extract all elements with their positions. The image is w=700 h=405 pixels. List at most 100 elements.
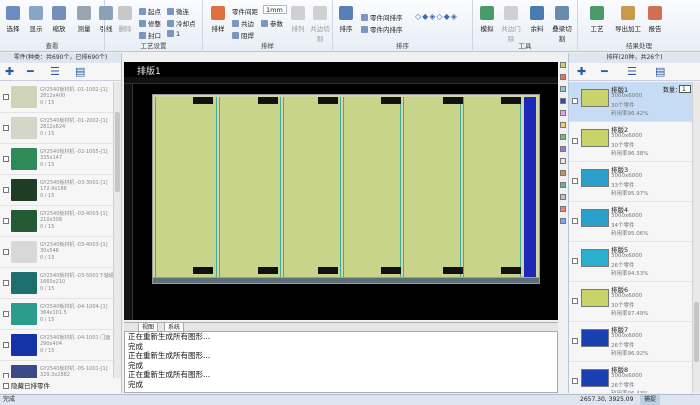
layout-list-item[interactable]: 排版6 3000x6000 30个零件 利用率97.49% bbox=[569, 282, 693, 322]
remnant-button[interactable]: 余料 bbox=[526, 6, 548, 33]
part-checkbox[interactable] bbox=[3, 94, 9, 100]
list-view-icon[interactable]: ☰ bbox=[50, 66, 60, 77]
color-swatch[interactable] bbox=[560, 206, 566, 212]
report-button[interactable]: 报告 bbox=[644, 6, 666, 33]
color-swatch[interactable] bbox=[560, 62, 566, 68]
measure-button[interactable]: 测量 bbox=[73, 6, 95, 33]
part-checkbox[interactable] bbox=[3, 249, 9, 255]
part-checkbox[interactable] bbox=[3, 218, 9, 224]
sort-tools-icons[interactable]: ◇◆◈◇◆◈ bbox=[415, 12, 458, 21]
part-strip[interactable] bbox=[283, 97, 341, 277]
seal-button[interactable]: 封口 bbox=[139, 30, 161, 40]
part-strip[interactable] bbox=[343, 97, 401, 277]
part-list-item[interactable]: GY2540板材机 -01-2002-[1] 2812x624 0 / 15 bbox=[0, 113, 114, 144]
display-button[interactable]: 显示 bbox=[25, 6, 47, 33]
nest-button[interactable]: 排样 bbox=[207, 6, 229, 33]
layout-list-item[interactable]: 排版1 3000x6000 30个零件 利用率96.42% 数量： 1 bbox=[569, 82, 693, 122]
inter-part-sort[interactable]: 零件间排序 bbox=[361, 12, 403, 22]
common-edge-toggle[interactable]: 共边 bbox=[232, 18, 254, 28]
remove-icon[interactable]: ━ bbox=[601, 66, 608, 77]
add-icon[interactable]: ✚ bbox=[5, 66, 14, 77]
part-checkbox[interactable] bbox=[3, 342, 9, 348]
nesting-canvas[interactable]: 排版1 bbox=[124, 62, 558, 320]
color-swatch[interactable] bbox=[560, 170, 566, 176]
part-checkbox[interactable] bbox=[3, 125, 9, 131]
part-checkbox[interactable] bbox=[3, 156, 9, 162]
select-button[interactable]: 选择 bbox=[2, 6, 24, 33]
color-swatch[interactable] bbox=[560, 158, 566, 164]
layouts-scrollbar[interactable] bbox=[692, 82, 700, 393]
layout-checkbox[interactable] bbox=[572, 338, 578, 344]
color-swatch[interactable] bbox=[560, 110, 566, 116]
delete-button[interactable]: 删除 bbox=[114, 6, 136, 33]
color-swatch[interactable] bbox=[560, 98, 566, 104]
seal-count[interactable]: 1 bbox=[167, 30, 180, 38]
checkbox[interactable] bbox=[3, 383, 9, 389]
parts-scrollbar[interactable] bbox=[113, 82, 121, 378]
trim-button[interactable]: 修整 bbox=[139, 18, 161, 28]
common-cut-button[interactable]: 共边切割 bbox=[309, 6, 331, 43]
zoom-button[interactable]: 缩放 bbox=[48, 6, 70, 33]
layout-checkbox[interactable] bbox=[572, 298, 578, 304]
part-checkbox[interactable] bbox=[3, 187, 9, 193]
color-swatch[interactable] bbox=[560, 122, 566, 128]
sheet[interactable] bbox=[152, 94, 540, 284]
part-list-item[interactable]: GY2540板材机 -04-1001 门面 290x404 0 / 15 bbox=[0, 330, 114, 361]
snap-toggle[interactable]: 捕捉 bbox=[640, 395, 661, 405]
color-swatch[interactable] bbox=[560, 194, 566, 200]
part-strip[interactable] bbox=[219, 97, 281, 277]
part-list-item[interactable]: GY2540板材机 -03-5001下轴组 1660x210 0 / 15 bbox=[0, 268, 114, 299]
part-list-item[interactable]: GY2540板材机 -03-4003-[1] 30x548 0 / 15 bbox=[0, 237, 114, 268]
layout-list-item[interactable]: 排版4 3000x6000 34个零件 利用率95.06% bbox=[569, 202, 693, 242]
layout-tab[interactable]: 排版1 bbox=[137, 64, 161, 77]
color-swatch[interactable] bbox=[560, 74, 566, 80]
layout-list-item[interactable]: 排版3 3000x6000 33个零件 利用率95.97% bbox=[569, 162, 693, 202]
cooling-point-button[interactable]: 冷却点 bbox=[167, 18, 196, 28]
bridge-cut-button[interactable]: 叠梁切割 bbox=[551, 6, 573, 43]
layout-checkbox[interactable] bbox=[572, 218, 578, 224]
sort-button[interactable]: 排序 bbox=[335, 6, 357, 33]
part-checkbox[interactable] bbox=[3, 311, 9, 317]
start-point-button[interactable]: 起点 bbox=[139, 6, 161, 16]
part-list-item[interactable]: GY2540板材机 -02-1005-[1] 335x147 0 / 15 bbox=[0, 144, 114, 175]
qty-input[interactable]: 1 bbox=[679, 85, 691, 93]
list-view-icon[interactable]: ☰ bbox=[627, 66, 637, 77]
layout-checkbox[interactable] bbox=[572, 258, 578, 264]
add-icon[interactable]: ✚ bbox=[577, 66, 586, 77]
part-strip[interactable] bbox=[463, 97, 521, 277]
filter-icon[interactable]: ▤ bbox=[655, 66, 665, 77]
layout-list-item[interactable]: 排版2 3000x6000 30个零件 利用率96.38% bbox=[569, 122, 693, 162]
part-strip[interactable] bbox=[155, 97, 217, 277]
part-checkbox[interactable] bbox=[3, 280, 9, 286]
color-swatch[interactable] bbox=[560, 218, 566, 224]
export-button[interactable]: 导出加工 bbox=[613, 6, 643, 33]
filter-icon[interactable]: ▤ bbox=[75, 66, 85, 77]
process-button[interactable]: 工艺 bbox=[586, 6, 608, 33]
spacing-dropdown[interactable]: 1mm bbox=[263, 5, 287, 14]
params-button[interactable]: 参数 bbox=[261, 18, 283, 28]
scroll-thumb[interactable] bbox=[115, 112, 120, 192]
part-list-item[interactable]: GY2540板材机 -04-1004-[1] 364x101.5 0 / 15 bbox=[0, 299, 114, 330]
part-list-item[interactable]: GY2540板材机 -03-4003-[1] 210x308 0 / 15 bbox=[0, 206, 114, 237]
layout-checkbox[interactable] bbox=[572, 98, 578, 104]
rail-part[interactable] bbox=[153, 277, 539, 283]
layout-checkbox[interactable] bbox=[572, 378, 578, 384]
microjoint-button[interactable]: 微连 bbox=[167, 6, 189, 16]
common-edge-remove-button[interactable]: 共边门除 bbox=[500, 6, 522, 43]
hide-placed-toggle[interactable]: 隐藏已排零件 bbox=[3, 380, 50, 390]
color-swatch[interactable] bbox=[560, 182, 566, 188]
part-checkbox[interactable] bbox=[3, 373, 9, 378]
layout-list-item[interactable]: 排版7 3000x6000 26个零件 利用率96.92% bbox=[569, 322, 693, 362]
color-swatch[interactable] bbox=[560, 146, 566, 152]
layout-list-item[interactable]: 排版83000x600026个零件利用率96.43% bbox=[569, 362, 693, 393]
part-list-item[interactable]: GY2540板材机 -01-1002-[1] 2812x400 0 / 15 bbox=[0, 82, 114, 113]
blue-part[interactable] bbox=[524, 97, 536, 277]
simulate-button[interactable]: 模拟 bbox=[476, 6, 498, 33]
layout-checkbox[interactable] bbox=[572, 138, 578, 144]
part-strip[interactable] bbox=[403, 97, 461, 277]
remove-icon[interactable]: ━ bbox=[27, 66, 34, 77]
intra-part-sort[interactable]: 零件内排序 bbox=[361, 24, 403, 34]
solder-mask-toggle[interactable]: 阻焊 bbox=[232, 30, 254, 40]
arrange-button[interactable]: 排列 bbox=[287, 6, 309, 33]
color-swatch[interactable] bbox=[560, 134, 566, 140]
